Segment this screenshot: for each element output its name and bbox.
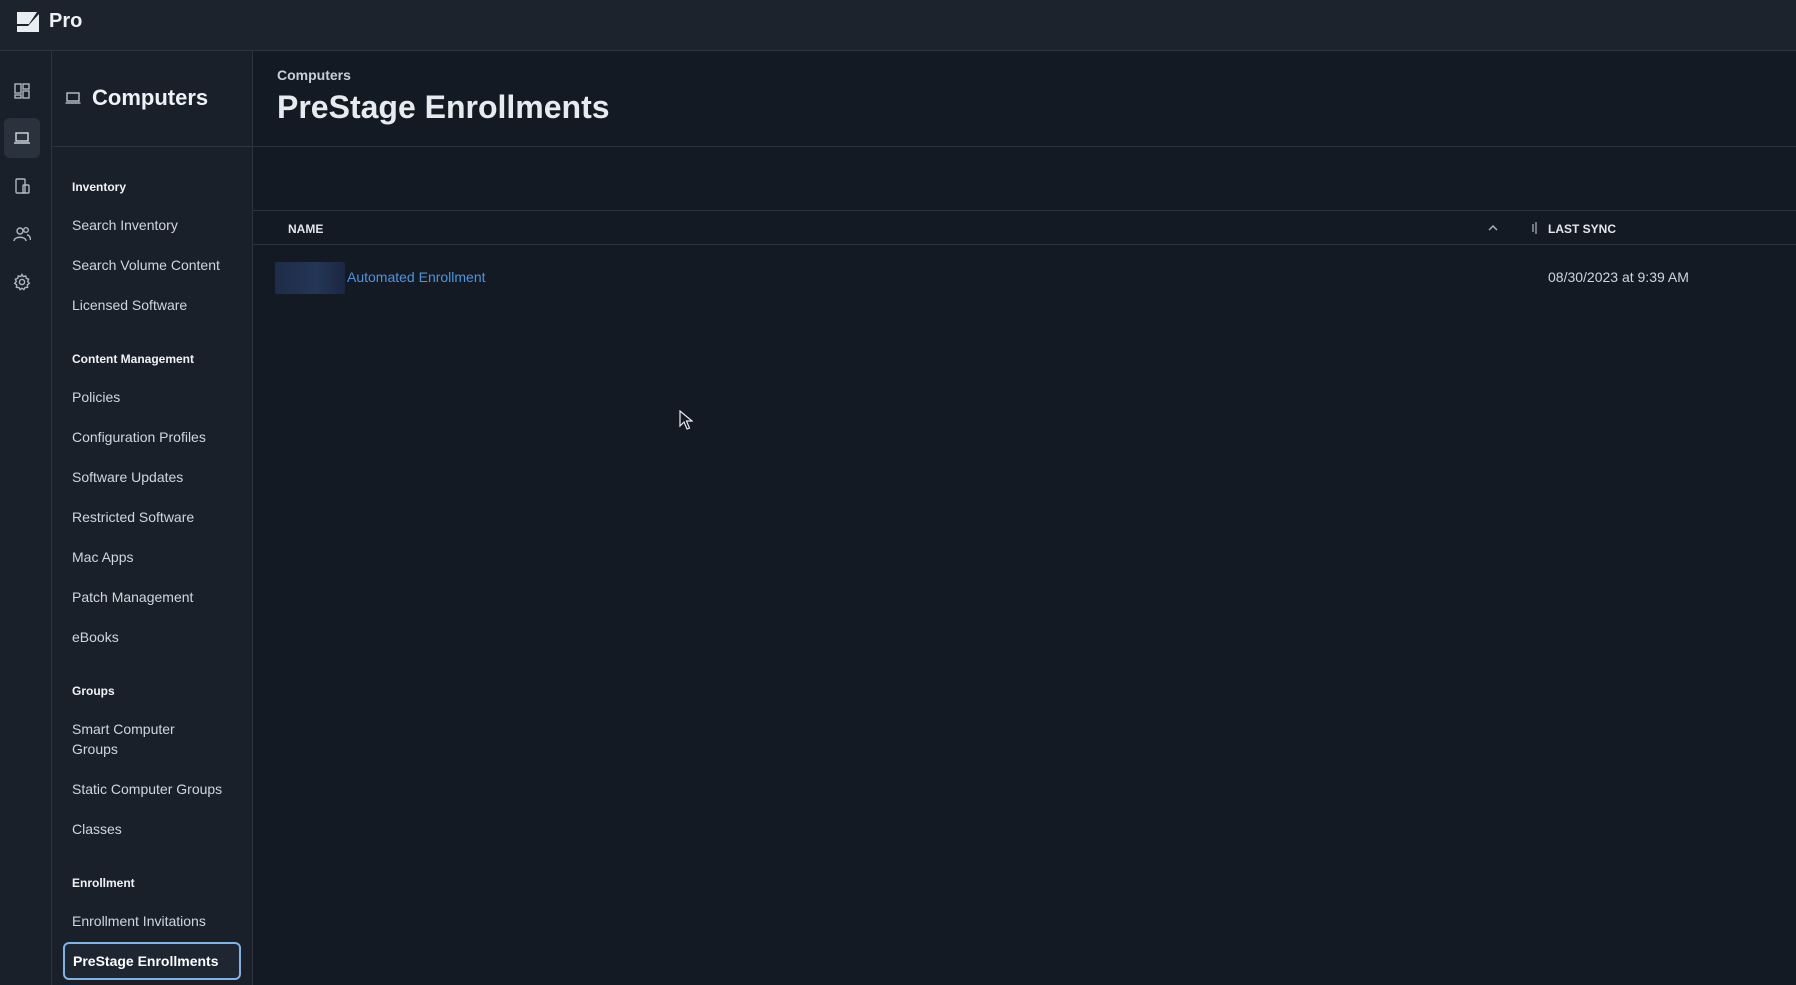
sidebar-item-ebooks[interactable]: eBooks (72, 627, 242, 647)
users-icon[interactable] (4, 214, 40, 254)
sidebar-title: Computers (92, 85, 209, 110)
settings-icon[interactable] (4, 262, 40, 302)
sidebar-item-policies[interactable]: Policies (72, 387, 242, 407)
mouse-pointer-icon (679, 410, 693, 430)
enrollment-name-link[interactable]: Automated Enrollment (347, 269, 486, 285)
column-header-last-sync[interactable]: LAST SYNC (1548, 222, 1616, 236)
sidebar-item-prestage-enrollments[interactable]: PreStage Enrollments (63, 942, 241, 980)
icon-rail (0, 51, 52, 985)
sidebar-item-smart-computer-groups[interactable]: Smart Computer Groups (72, 719, 202, 759)
sidebar-item-restricted-software[interactable]: Restricted Software (72, 507, 242, 527)
sidebar-item-static-computer-groups[interactable]: Static Computer Groups (72, 779, 242, 799)
row-thumbnail (275, 262, 345, 294)
section-title-groups: Groups (72, 684, 115, 698)
sidebar-item-licensed-software[interactable]: Licensed Software (72, 295, 242, 315)
app-title: Pro (49, 10, 83, 32)
column-header-name[interactable]: NAME (288, 222, 323, 236)
sidebar-header: Computers (52, 51, 252, 147)
sidebar-item-enrollment-invitations[interactable]: Enrollment Invitations (72, 911, 242, 931)
table-header: NAME LAST SYNC (253, 211, 1796, 245)
dashboard-icon[interactable] (4, 71, 40, 111)
table-row[interactable]: Automated Enrollment 08/30/2023 at 9:39 … (275, 259, 1795, 297)
page-title: PreStage Enrollments (277, 89, 610, 125)
sidebar-item-software-updates[interactable]: Software Updates (72, 467, 242, 487)
computer-icon (65, 92, 81, 104)
main-content: Computers PreStage Enrollments NAME LAST… (253, 51, 1796, 985)
last-sync-value: 08/30/2023 at 9:39 AM (1548, 269, 1689, 285)
column-resize-handle-icon[interactable] (1531, 222, 1539, 234)
page-header: Computers PreStage Enrollments (253, 51, 1796, 147)
section-title-content-management: Content Management (72, 352, 195, 366)
section-title-inventory: Inventory (72, 180, 127, 194)
logo-icon (17, 12, 39, 32)
computer-icon[interactable] (4, 118, 40, 158)
sidebar-item-patch-management[interactable]: Patch Management (72, 587, 242, 607)
chevron-up-icon[interactable] (1486, 221, 1500, 235)
breadcrumb[interactable]: Computers (277, 67, 351, 83)
toolbar (253, 147, 1796, 211)
section-title-enrollment: Enrollment (72, 876, 135, 890)
sidebar-item-mac-apps[interactable]: Mac Apps (72, 547, 242, 567)
sidebar-item-classes[interactable]: Classes (72, 819, 242, 839)
sidebar-item-search-inventory[interactable]: Search Inventory (72, 215, 242, 235)
sidebar-item-search-volume-content[interactable]: Search Volume Content (72, 255, 242, 275)
sidebar: Computers Inventory Search Inventory Sea… (52, 51, 253, 985)
top-bar: Pro (0, 0, 1796, 51)
devices-icon[interactable] (4, 166, 40, 206)
sidebar-item-configuration-profiles[interactable]: Configuration Profiles (72, 427, 242, 447)
